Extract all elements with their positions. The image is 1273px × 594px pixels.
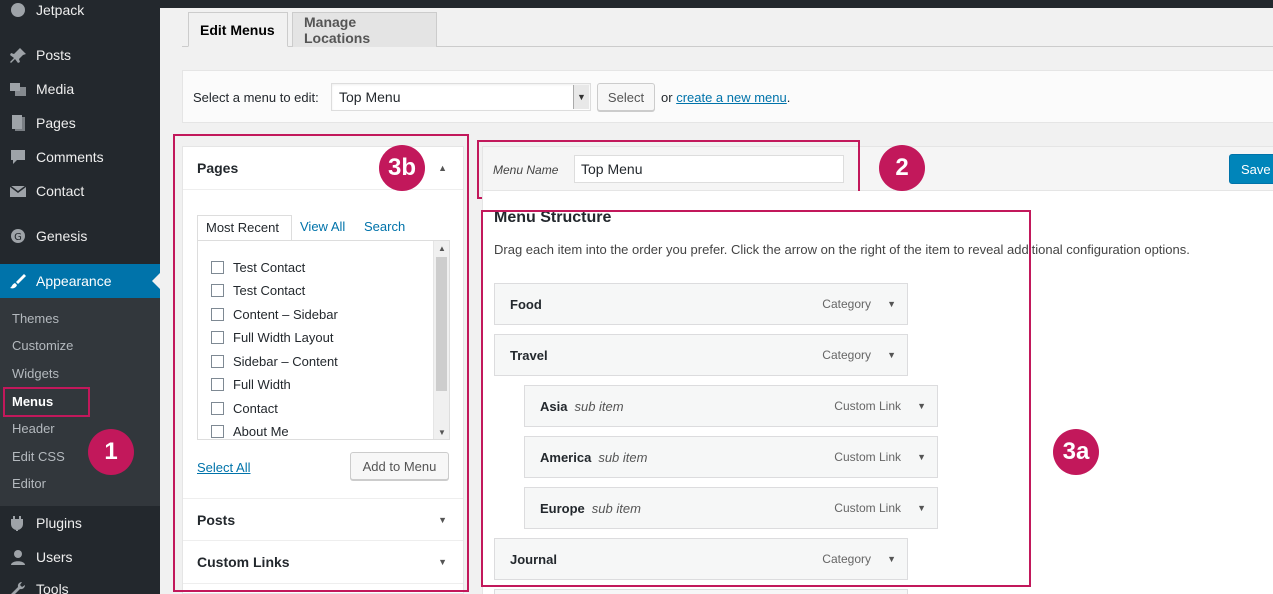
tab-manage-locations[interactable]: Manage Locations xyxy=(292,12,437,47)
sidebar-item-jetpack[interactable]: Jetpack xyxy=(0,0,160,27)
sidebar-item-appearance[interactable]: Appearance xyxy=(0,264,160,298)
wrench-icon xyxy=(9,581,27,594)
sidebar-item-label: Media xyxy=(36,81,75,97)
sidebar-item-label: Pages xyxy=(36,115,76,131)
tab-edit-menus[interactable]: Edit Menus xyxy=(188,12,288,47)
sidebar-item-posts[interactable]: Posts xyxy=(0,38,160,72)
submenu-edit-css[interactable]: Edit CSS xyxy=(12,447,65,467)
sidebar-item-label: Tools xyxy=(36,581,69,594)
annotation-badge-1: 1 xyxy=(88,429,134,475)
jetpack-icon xyxy=(9,2,27,18)
sidebar-item-genesis[interactable]: G Genesis xyxy=(0,219,160,253)
admin-bar xyxy=(160,0,1273,8)
or-text: or xyxy=(661,90,673,105)
create-link-period: . xyxy=(786,90,791,105)
sidebar-item-label: Genesis xyxy=(36,228,88,244)
submenu-header[interactable]: Header xyxy=(12,419,55,439)
pin-icon xyxy=(9,47,27,63)
admin-sidebar: Jetpack Posts Media Pages Comments Conta… xyxy=(0,0,160,594)
or-text-line: or create a new menu. xyxy=(661,90,790,105)
user-icon xyxy=(9,549,27,565)
sidebar-item-contact[interactable]: Contact xyxy=(0,174,160,208)
sidebar-item-label: Posts xyxy=(36,47,72,63)
submenu-editor[interactable]: Editor xyxy=(12,474,46,494)
sidebar-item-label: Appearance xyxy=(36,273,112,289)
annotation-badge-3a: 3a xyxy=(1053,429,1099,475)
annotation-badge-2: 2 xyxy=(879,145,925,191)
media-icon xyxy=(9,81,27,97)
submenu-customize[interactable]: Customize xyxy=(12,336,73,356)
sidebar-item-pages[interactable]: Pages xyxy=(0,106,160,140)
menu-select-dropdown[interactable]: Top Menu ▼ xyxy=(331,83,591,111)
sidebar-item-users[interactable]: Users xyxy=(0,540,160,574)
select-menu-bar: Select a menu to edit: Top Menu ▼ Select… xyxy=(182,70,1273,123)
select-menu-label: Select a menu to edit: xyxy=(193,90,319,105)
menu-item-partial xyxy=(494,589,908,594)
sidebar-item-label: Plugins xyxy=(36,515,82,531)
mail-icon xyxy=(9,183,27,199)
submenu-widgets[interactable]: Widgets xyxy=(12,364,59,384)
pages-icon xyxy=(9,115,27,131)
svg-text:G: G xyxy=(14,232,22,243)
brush-icon xyxy=(9,273,27,289)
annotation-badge-3b: 3b xyxy=(379,145,425,191)
select-button[interactable]: Select xyxy=(597,83,655,111)
sidebar-item-label: Users xyxy=(36,549,73,565)
save-menu-button[interactable]: Save xyxy=(1229,154,1273,184)
sidebar-item-label: Comments xyxy=(36,149,104,165)
sidebar-item-tools[interactable]: Tools xyxy=(0,572,160,594)
sidebar-item-label: Contact xyxy=(36,183,85,199)
genesis-icon: G xyxy=(9,228,27,244)
structure-highlight-box xyxy=(481,210,1031,587)
comment-icon xyxy=(9,149,27,165)
menu-select-value: Top Menu xyxy=(339,89,401,105)
sidebar-item-comments[interactable]: Comments xyxy=(0,140,160,174)
menus-highlight-box xyxy=(3,387,90,417)
panel-highlight-box xyxy=(173,134,469,592)
sidebar-item-media[interactable]: Media xyxy=(0,72,160,106)
chevron-down-icon: ▼ xyxy=(573,85,589,109)
sidebar-item-label: Jetpack xyxy=(36,2,85,18)
plug-icon xyxy=(9,515,27,531)
sidebar-item-plugins[interactable]: Plugins xyxy=(0,506,160,540)
submenu-themes[interactable]: Themes xyxy=(12,309,59,329)
create-new-menu-link[interactable]: create a new menu xyxy=(676,90,787,105)
